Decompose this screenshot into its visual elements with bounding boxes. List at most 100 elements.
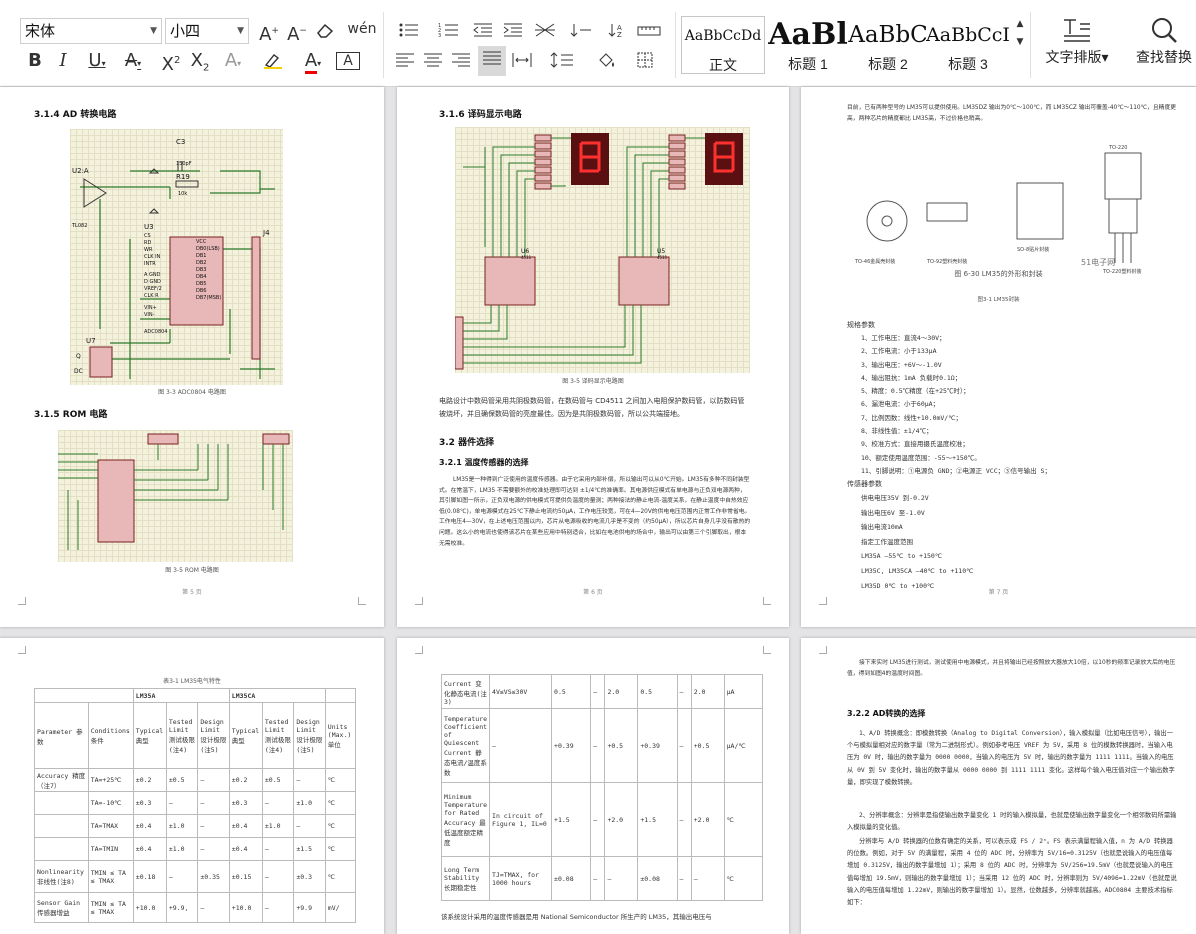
numbered-list-icon[interactable]: 123 <box>432 18 466 44</box>
chinese-layout-icon[interactable] <box>530 18 560 44</box>
ic-pin-label: DB1 <box>196 253 206 259</box>
table-cell: ±0.3 <box>228 791 263 815</box>
ic-pin-label: DB5 <box>196 281 206 287</box>
body-paragraph: 电路设计中数码管采用共阴极数码管，在数码管与 CD4511 之间加入电阻保护数码… <box>439 397 745 418</box>
grow-font-button[interactable]: A+ <box>256 18 282 45</box>
table-cell: +9.9 <box>293 892 326 923</box>
table-cell: Sensor Gain 传感器增益 <box>34 892 89 923</box>
phonetic-guide-button[interactable]: wén <box>342 16 382 42</box>
table-cell: TA=TMAX <box>87 814 134 838</box>
align-center-icon[interactable] <box>420 48 446 74</box>
align-left-icon[interactable] <box>392 48 418 74</box>
adc-schematic: CS RD WR CLK IN INTR A GND D GND VREF/2 … <box>70 129 283 385</box>
shading-icon[interactable] <box>592 48 628 74</box>
shrink-font-button[interactable]: A− <box>284 18 310 45</box>
table-row: Long Term Stability 长期稳定性 TJ=TMAX, for 10… <box>440 856 764 901</box>
bullet-list-icon[interactable] <box>392 18 426 44</box>
table-cell: ±0.3 <box>132 791 167 815</box>
table-cell: – <box>197 791 230 815</box>
style-heading-1[interactable]: AaBl 标题 1 <box>766 16 850 74</box>
strikethrough-button[interactable]: A▾ <box>118 48 148 74</box>
table-cell: +2.0 <box>690 782 725 857</box>
u6-ic-label: 4511 <box>521 255 532 260</box>
sensor-item: 输出电压6V 至-1.0V <box>861 508 925 517</box>
table-cell: +1.5 <box>551 782 592 857</box>
table-header: Tested Limit 测试极限(注4) <box>165 702 199 769</box>
table-cell: ±0.5 <box>165 768 199 792</box>
ic-pin-label: DB7(MSB) <box>196 295 221 301</box>
sort-icon[interactable]: AZ <box>602 18 632 44</box>
margin-mark <box>763 597 771 605</box>
text-effect-button[interactable]: A▾ <box>218 48 248 74</box>
table-cell: ℃ <box>723 856 764 901</box>
justify-icon[interactable] <box>478 46 506 76</box>
r19-label: R19 <box>176 173 190 181</box>
table-cell: TA=TMIN <box>87 837 134 861</box>
highlight-icon[interactable] <box>256 48 290 74</box>
table-cell: ±0.4 <box>228 814 263 838</box>
spec-item: 1、工作电压：直流4～30V； <box>861 334 946 342</box>
style-heading-3[interactable]: AaBbCcI 标题 3 <box>926 16 1010 74</box>
document-page-8[interactable]: 表3-1 LM35电气特性 LM35A LM35CA Parameter 参数 … <box>0 638 384 934</box>
align-right-icon[interactable] <box>448 48 474 74</box>
figure-caption: 图3-1 LM35封装 <box>977 297 1020 303</box>
borders-icon[interactable] <box>632 48 668 74</box>
italic-button[interactable]: I <box>50 48 76 74</box>
eraser-icon[interactable] <box>312 18 338 44</box>
document-page-7[interactable]: 目前，已有两种型号的 LM35可以提供使用。LM35DZ 输出为0℃～100℃，… <box>801 87 1196 627</box>
sensor-title: 传感器参数 <box>847 480 882 488</box>
font-color-button[interactable]: A▾ <box>296 48 330 74</box>
table-header: Typical 典型 <box>228 702 263 769</box>
body-paragraph: 2、分辨率概念：分辨率是指使输出数字量变化 1 时的输入模拟量，也就是使输出数字… <box>847 812 1177 832</box>
table-cell: 2.0 <box>690 674 725 709</box>
font-name-select[interactable]: 宋体 ▼ <box>20 18 162 44</box>
style-heading-2[interactable]: AaBbC 标题 2 <box>846 16 930 74</box>
superscript-button[interactable]: X2 <box>158 48 184 75</box>
dc-label: DC <box>74 368 83 375</box>
styles-scroll-down-icon[interactable]: ▼ <box>1012 34 1028 60</box>
table-header: Design Limit 设计极限(注5) <box>197 702 230 769</box>
text-direction-icon[interactable] <box>566 18 596 44</box>
style-normal[interactable]: AaBbCcDd 正文 <box>681 16 765 74</box>
document-page-9[interactable]: Current 变化静态电流(注3) 4V≤VS≤30V 0.5–2.0 0.5–2.… <box>397 638 789 934</box>
font-size-select[interactable]: 小四 ▼ <box>165 18 249 44</box>
table-cell <box>324 688 357 703</box>
table-cell: +0.39 <box>551 708 592 783</box>
spec-item: 3、输出电压：+6V～-1.0V <box>861 360 942 369</box>
document-page-6[interactable]: 3.1.6 译码显示电路 U6 4511 U5 4511 图 3-5 译码显示电… <box>397 87 789 627</box>
style-name: 标题 3 <box>948 56 988 72</box>
ruler-icon[interactable] <box>634 18 664 44</box>
page-number: 第 5 页 <box>182 589 202 596</box>
char-border-button[interactable]: A <box>336 52 360 70</box>
underline-button[interactable]: U▾ <box>80 48 114 74</box>
table-cell: – <box>261 860 295 893</box>
find-replace-button[interactable]: 查找替换 <box>1132 16 1196 67</box>
text-layout-icon <box>1064 19 1090 42</box>
line-spacing-icon[interactable] <box>544 48 584 74</box>
svg-text:Z: Z <box>617 31 622 38</box>
text-layout-button[interactable]: 文字排版▾ <box>1040 16 1114 67</box>
table-cell: mV/ <box>324 892 357 923</box>
style-name: 标题 1 <box>788 56 828 72</box>
rom-schematic <box>58 430 293 562</box>
bold-button[interactable]: B <box>22 48 48 74</box>
table-cell: – <box>590 856 606 901</box>
chevron-down-icon: ▼ <box>150 26 157 36</box>
ic-pin-label: VCC <box>196 239 207 245</box>
ic-pin-label: RD <box>144 240 151 246</box>
document-page-5[interactable]: 3.1.4 AD 转换电路 CS RD WR CLK IN INTR A GND… <box>0 87 384 627</box>
subscript-button[interactable]: X2 <box>186 48 214 74</box>
distribute-icon[interactable] <box>508 48 536 74</box>
chevron-down-icon: ▼ <box>237 26 244 36</box>
body-paragraph: LM35是一种得到广泛使用的温度传感器。由于它采用内部补偿，所以输出可以从0℃开… <box>439 477 751 547</box>
decrease-indent-icon[interactable] <box>470 18 496 44</box>
divider <box>383 12 384 78</box>
table-cell: ±0.4 <box>132 837 167 861</box>
table-header: Typical 典型 <box>132 702 167 769</box>
lm35-package-figure: TO-46金属壳封装 TO-92塑料壳封装 SO-8贴片封装 TO-220 TO… <box>847 143 1167 303</box>
increase-indent-icon[interactable] <box>500 18 526 44</box>
section-heading: 3.1.4 AD 转换电路 <box>34 110 117 120</box>
divider <box>1030 12 1031 78</box>
table-row: Current 变化静态电流(注3) 4V≤VS≤30V 0.5–2.0 0.5–2.… <box>440 674 764 709</box>
document-page-10[interactable]: 接下来实时 LM35进行测试，测试使用中电源模式，并且将输出已经按照放大器放大1… <box>801 638 1196 934</box>
